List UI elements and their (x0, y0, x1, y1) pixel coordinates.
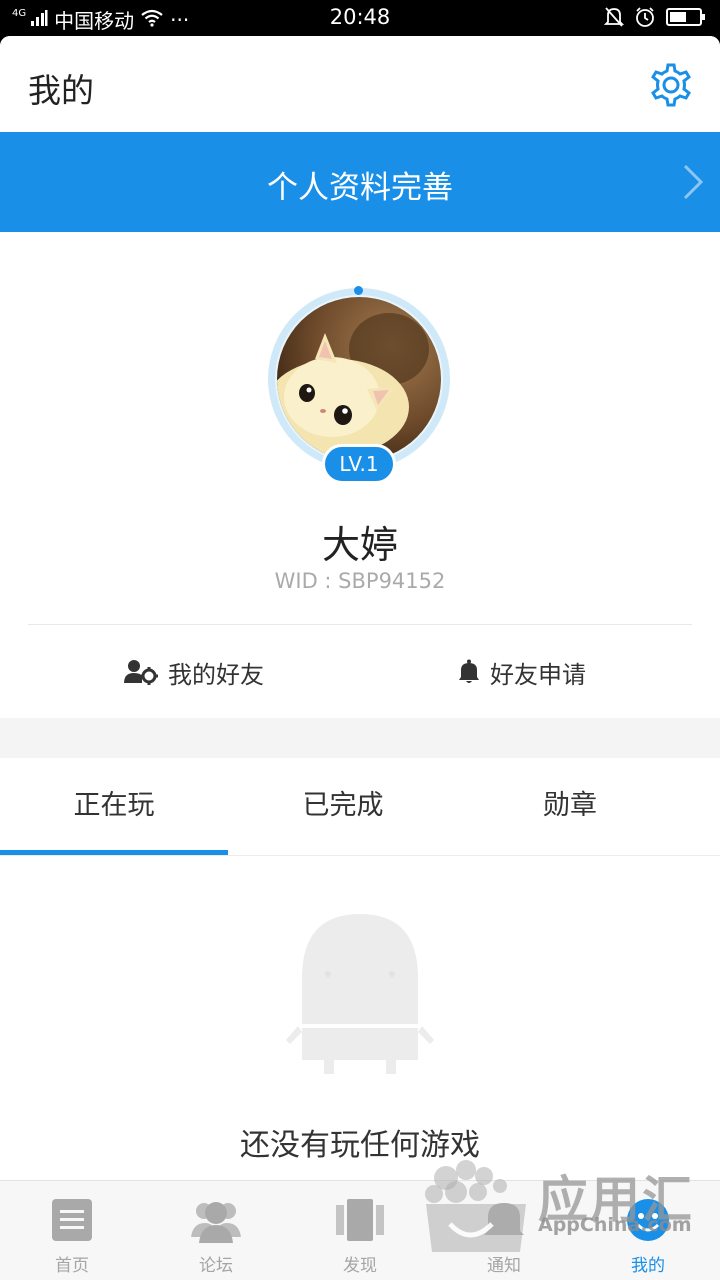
chevron-right-icon (683, 164, 704, 200)
nav-notifications-label: 通知 (487, 1256, 521, 1276)
silent-bell-icon (603, 6, 625, 32)
avatar-cat-image (277, 297, 441, 461)
level-progress-dot (354, 286, 363, 295)
nav-home[interactable]: 首页 (0, 1181, 144, 1280)
app-screen: 我的 个人资料完善 LV.1 大婷 WID: SBP94152 我的好友 好友… (0, 36, 720, 1280)
nav-forum-label: 论坛 (199, 1256, 233, 1276)
my-friends-label: 我的好友 (168, 660, 264, 689)
friend-requests-label: 好友申请 (490, 660, 586, 689)
complete-profile-banner[interactable]: 个人资料完善 (0, 132, 720, 232)
battery-icon (666, 7, 706, 31)
notification-icon (484, 1203, 524, 1235)
tab-indicator (0, 850, 228, 855)
settings-button[interactable] (648, 62, 694, 108)
tab-completed[interactable]: 已完成 (229, 758, 457, 856)
nav-discover[interactable]: 发现 (288, 1181, 432, 1280)
bell-icon (459, 659, 479, 683)
discover-cards-icon (336, 1199, 384, 1241)
games-tabs: 正在玩 已完成 勋章 (0, 758, 720, 856)
me-face-icon (627, 1199, 669, 1241)
nav-me-label: 我的 (631, 1256, 665, 1276)
nav-me[interactable]: 我的 (576, 1181, 720, 1280)
user-wid: WID : SBP94152 (274, 569, 446, 593)
alarm-icon (634, 6, 656, 32)
forum-people-icon (191, 1202, 241, 1243)
profile-card: LV.1 大婷 WID : SBP94152 我的好友 好友申请 (0, 232, 720, 718)
empty-state: 还没有玩任何游戏 (0, 856, 720, 1182)
friends-settings-icon (124, 660, 158, 685)
nav-notifications[interactable]: 通知 (432, 1181, 576, 1280)
home-doc-icon (52, 1199, 92, 1241)
nav-forum[interactable]: 论坛 (144, 1181, 288, 1280)
title-bar: 我的 (0, 36, 720, 132)
nav-home-label: 首页 (55, 1256, 89, 1276)
friend-requests-button[interactable]: 好友申请 (458, 652, 586, 692)
page-title: 我的 (28, 71, 94, 110)
empty-message: 还没有玩任何游戏 (240, 1128, 480, 1163)
nav-discover-label: 发现 (343, 1256, 377, 1276)
bottom-nav: 首页 论坛 发现 通知 我的 (0, 1180, 720, 1280)
empty-robot-icon (286, 914, 434, 1074)
gear-icon (651, 63, 691, 107)
status-right (603, 6, 706, 32)
banner-label: 个人资料完善 (267, 170, 453, 206)
avatar[interactable] (277, 297, 441, 461)
status-bar: 4G 中国移动 ··· 20:48 (0, 0, 720, 36)
user-name: 大婷 (321, 523, 398, 567)
my-friends-button[interactable]: 我的好友 (124, 652, 264, 692)
divider (28, 624, 692, 625)
level-badge: LV.1 (322, 444, 396, 484)
tab-badges[interactable]: 勋章 (456, 758, 684, 856)
tab-playing[interactable]: 正在玩 (0, 758, 228, 856)
